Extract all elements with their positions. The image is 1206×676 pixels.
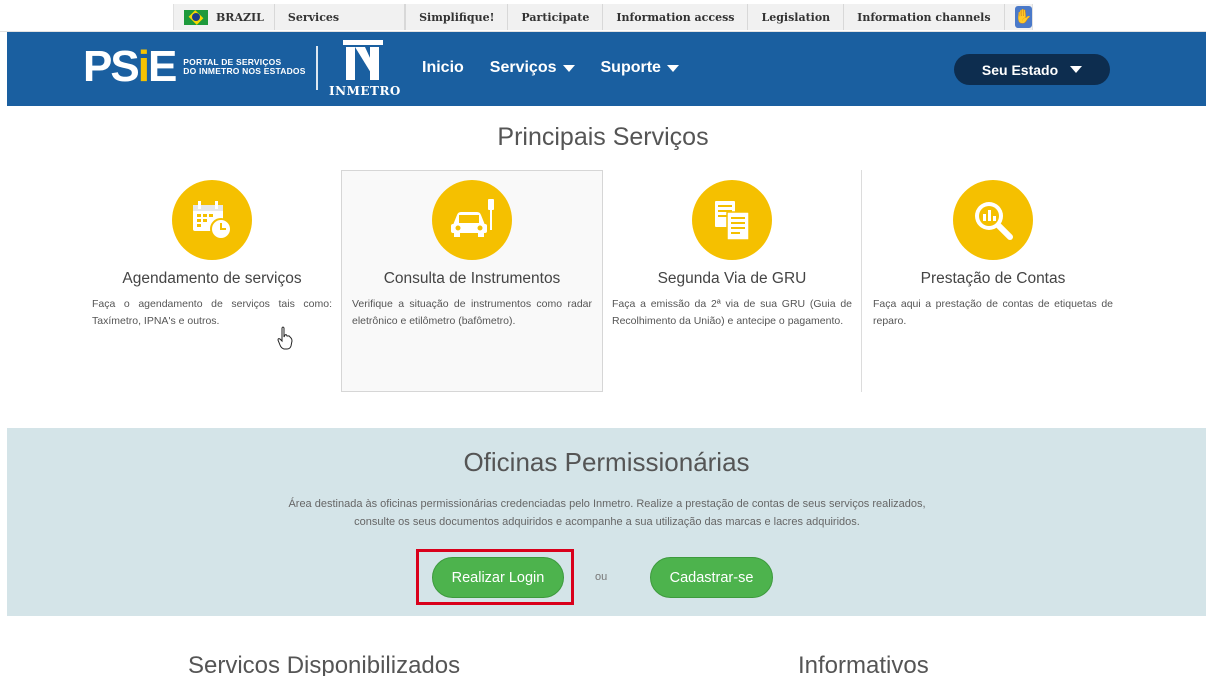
oficinas-description: Área destinada às oficinas permissionári… [288,498,926,528]
service-title: Prestação de Contas [920,270,1066,287]
service-title: Consulta de Instrumentos [383,270,561,287]
service-description: Faça aqui a prestação de contas de etiqu… [873,298,1113,327]
psie-logo-text: PSiE [83,42,177,91]
chevron-down-icon [562,64,575,72]
service-prestacao-contas[interactable]: Prestação de Contas Faça aqui a prestaçã… [873,180,1113,329]
nav-suporte[interactable]: Suporte [601,59,679,77]
seu-estado-button[interactable]: Seu Estado [954,54,1110,85]
psie-logo-subtitle: PORTAL DE SERVIÇOS DO INMETRO NOS ESTADO… [183,57,306,76]
gov-bar-inner: BRAZIL Services Simplifique! Participate… [173,4,1033,30]
gov-link-information-access[interactable]: Information access [603,4,749,30]
service-description: Faça o agendamento de serviços tais como… [92,298,332,327]
brazil-label: BRAZIL [216,10,264,24]
realizar-login-button[interactable]: Realizar Login [432,557,564,598]
brazil-link[interactable]: BRAZIL [174,4,275,30]
service-description: Faça a emissão da 2ª via de sua GRU (Gui… [612,298,852,327]
gov-bar: BRAZIL Services Simplifique! Participate… [0,0,1206,32]
service-consulta-instrumentos[interactable]: Consulta de Instrumentos Verifique a sit… [352,180,592,329]
psie-logo[interactable]: PSiE PORTAL DE SERVIÇOS DO INMETRO NOS E… [83,45,306,89]
service-title: Agendamento de serviços [122,270,302,287]
chevron-down-icon [1070,66,1083,73]
nav-inicio[interactable]: Inicio [422,59,464,77]
service-description: Verifique a situação de instrumentos com… [352,298,592,327]
principais-servicos-title: Principais Serviços [497,123,709,151]
gov-link-participate[interactable]: Participate [508,4,604,30]
calendar-clock-icon [172,180,252,260]
gov-link-services[interactable]: Services [275,4,406,30]
documents-icon [692,180,772,260]
oficinas-section: Oficinas Permissionárias Área destinada … [7,428,1206,616]
gov-link-information-channels[interactable]: Information channels [844,4,1005,30]
service-divider [861,170,862,392]
brazil-flag-icon [184,9,208,25]
header-divider [316,46,318,90]
accessibility-icon[interactable]: ✋ [1014,6,1032,28]
informativos-title: Informativos [798,652,929,676]
nav-servicos[interactable]: Serviços [490,59,575,77]
inmetro-logo[interactable]: INMETRO [329,40,401,100]
car-radar-icon [432,180,512,260]
gov-link-simplifique[interactable]: Simplifique! [405,4,509,30]
oficinas-title: Oficinas Permissionárias [463,447,750,477]
service-segunda-via-gru[interactable]: Segunda Via de GRU Faça a emissão da 2ª … [612,180,852,329]
inmetro-mark-icon [343,40,383,80]
inmetro-label: INMETRO [329,84,401,98]
main-header: PSiE PORTAL DE SERVIÇOS DO INMETRO NOS E… [7,32,1206,106]
servicos-disponibilizados-title: Servicos Disponibilizados [188,652,461,676]
gov-link-legislation[interactable]: Legislation [748,4,845,30]
chart-magnifier-icon [953,180,1033,260]
cadastrar-se-button[interactable]: Cadastrar-se [650,557,773,598]
service-title: Segunda Via de GRU [657,270,807,287]
service-agendamento[interactable]: Agendamento de serviços Faça o agendamen… [92,180,332,329]
or-separator: ou [595,571,608,583]
main-nav: Inicio Serviços Suporte [422,59,679,77]
hand-cursor-icon [277,326,293,350]
chevron-down-icon [666,64,679,72]
